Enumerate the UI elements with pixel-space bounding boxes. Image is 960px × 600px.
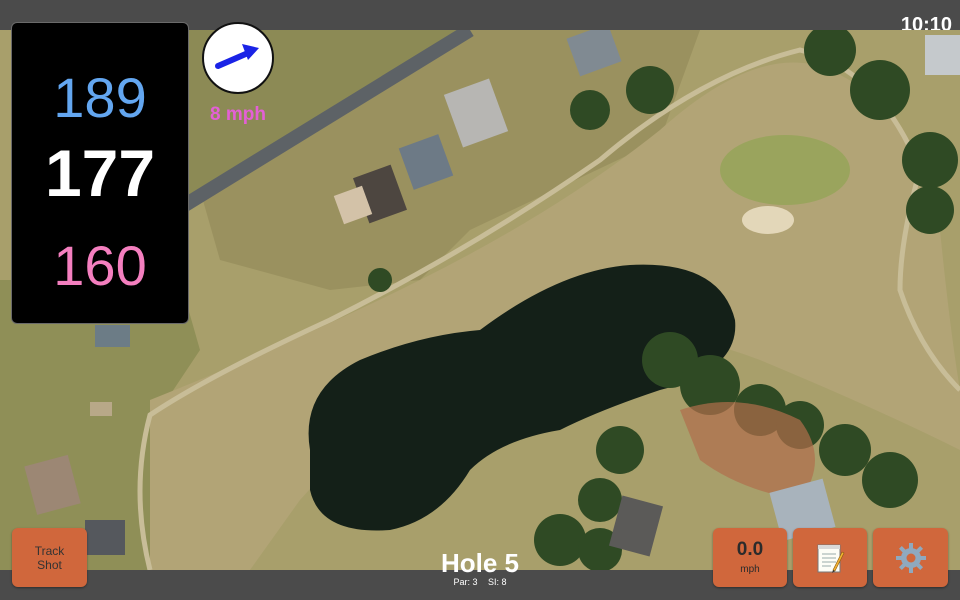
track-shot-label-line1: Track bbox=[34, 543, 65, 558]
notes-button[interactable] bbox=[793, 528, 867, 587]
speed-button[interactable]: 0.0 mph bbox=[713, 528, 787, 587]
wind-speed-label: 8 mph bbox=[210, 104, 266, 125]
middle-distance: 177 bbox=[44, 136, 156, 210]
settings-button[interactable] bbox=[873, 528, 948, 587]
gear-icon bbox=[895, 542, 926, 573]
distance-panel: 189 177 160 bbox=[11, 22, 189, 324]
hole-title: Hole 5 bbox=[440, 548, 520, 578]
notepad-icon bbox=[817, 544, 845, 573]
speed-value: 0.0 bbox=[736, 539, 764, 560]
back-distance: 189 bbox=[53, 66, 147, 129]
speed-unit: mph bbox=[740, 564, 760, 575]
hole-stroke-index: SI: 8 bbox=[488, 577, 507, 587]
hole-details: Par: 3 SI: 8 bbox=[380, 577, 580, 587]
wind-direction-dial bbox=[202, 22, 274, 94]
front-distance: 160 bbox=[53, 234, 147, 297]
wind-direction-arrow-icon bbox=[215, 44, 259, 69]
track-shot-button[interactable]: Track Shot bbox=[12, 528, 87, 587]
track-shot-label-line2: Shot bbox=[37, 557, 62, 572]
hole-par: Par: 3 bbox=[453, 577, 478, 587]
